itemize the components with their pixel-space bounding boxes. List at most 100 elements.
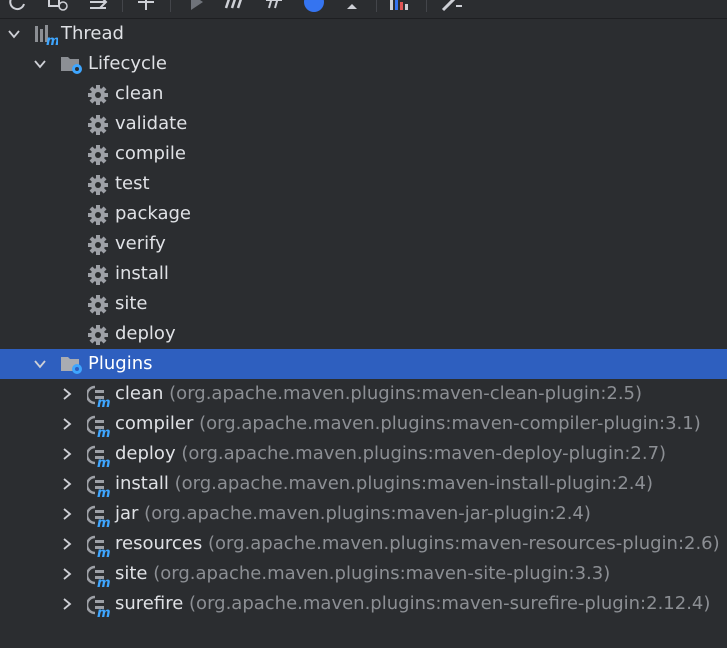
- maven-projects-tree: m Thread Lifecycle clean validate compile t…: [0, 19, 727, 621]
- goal-label: deploy: [115, 323, 176, 344]
- lifecycle-goal-deploy[interactable]: deploy: [0, 319, 727, 349]
- maven-plugin-icon: m: [85, 534, 111, 561]
- plugin-node-surefire[interactable]: m surefire (org.apache.maven.plugins:mave…: [0, 589, 727, 621]
- gear-icon: [87, 264, 109, 285]
- plugin-node-site[interactable]: m site (org.apache.maven.plugins:maven-si…: [0, 559, 727, 591]
- svg-text:m: m: [97, 576, 111, 588]
- chevron-right-icon[interactable]: [59, 506, 75, 522]
- plugin-label: surefire (org.apache.maven.plugins:maven…: [115, 593, 710, 615]
- plugin-name: deploy: [115, 443, 176, 464]
- folder-settings-icon: [60, 54, 82, 74]
- goal-label: install: [115, 263, 169, 284]
- lifecycle-goal-verify[interactable]: verify: [0, 229, 727, 259]
- plugin-label: jar (org.apache.maven.plugins:maven-jar-…: [115, 503, 591, 525]
- goal-label: verify: [115, 233, 166, 254]
- plugin-coordinates: (org.apache.maven.plugins:maven-install-…: [174, 473, 653, 494]
- refresh-icon[interactable]: [6, 0, 30, 14]
- chevron-right-icon[interactable]: [59, 476, 75, 492]
- tree-node-label: Lifecycle: [88, 53, 167, 74]
- plugin-name: clean: [115, 383, 164, 404]
- add-icon[interactable]: [134, 0, 158, 14]
- maven-plugin-icon: m: [85, 384, 111, 411]
- chevron-right-icon[interactable]: [59, 596, 75, 612]
- goal-label: validate: [115, 113, 188, 134]
- maven-plugin-icon: m: [85, 414, 111, 441]
- goal-label: compile: [115, 143, 186, 164]
- svg-text:m: m: [97, 546, 111, 558]
- chevron-right-icon[interactable]: [59, 386, 75, 402]
- chevron-right-icon[interactable]: [59, 566, 75, 582]
- reimport-icon[interactable]: [46, 0, 70, 14]
- collapse-icon[interactable]: [340, 0, 364, 14]
- settings-icon[interactable]: [440, 0, 464, 14]
- plugin-coordinates: (org.apache.maven.plugins:maven-surefire…: [189, 593, 711, 614]
- lifecycle-goal-install[interactable]: install: [0, 259, 727, 289]
- plugin-coordinates: (org.apache.maven.plugins:maven-jar-plug…: [144, 503, 591, 524]
- plugin-coordinates: (org.apache.maven.plugins:maven-resource…: [207, 533, 720, 554]
- svg-text:m: m: [97, 486, 111, 498]
- tree-node-plugins[interactable]: Plugins: [0, 349, 727, 379]
- svg-text:m: m: [97, 606, 111, 618]
- plugin-name: resources: [115, 533, 203, 554]
- plugin-coordinates: (org.apache.maven.plugins:maven-site-plu…: [153, 563, 611, 584]
- plugin-node-install[interactable]: m install (org.apache.maven.plugins:maven…: [0, 469, 727, 501]
- tree-node-label: Plugins: [88, 353, 153, 374]
- download-icon[interactable]: [86, 0, 110, 14]
- lifecycle-goal-package[interactable]: package: [0, 199, 727, 229]
- svg-text:m: m: [97, 456, 111, 468]
- goal-label: test: [115, 173, 150, 194]
- gear-icon: [87, 324, 109, 345]
- gear-icon: [87, 114, 109, 135]
- chevron-right-icon[interactable]: [59, 536, 75, 552]
- lifecycle-goal-site[interactable]: site: [0, 289, 727, 319]
- chevron-down-icon[interactable]: [32, 56, 48, 72]
- plugin-coordinates: (org.apache.maven.plugins:maven-deploy-p…: [181, 443, 667, 464]
- svg-text:m: m: [97, 426, 111, 438]
- run-icon[interactable]: [184, 0, 208, 14]
- maven-plugin-icon: m: [85, 474, 111, 501]
- maven-project-icon: m: [34, 24, 60, 49]
- chevron-right-icon[interactable]: [59, 416, 75, 432]
- gear-icon: [87, 84, 109, 105]
- help-icon[interactable]: [302, 0, 326, 14]
- lifecycle-goal-validate[interactable]: validate: [0, 109, 727, 139]
- lifecycle-goal-test[interactable]: test: [0, 169, 727, 199]
- plugin-name: jar: [115, 503, 139, 524]
- chevron-down-icon[interactable]: [6, 26, 22, 42]
- tree-node-root[interactable]: m Thread: [0, 19, 727, 49]
- svg-text:m: m: [46, 34, 58, 46]
- toggle-offline-icon[interactable]: [262, 0, 286, 14]
- chevron-down-icon[interactable]: [32, 356, 48, 372]
- chevron-right-icon[interactable]: [59, 446, 75, 462]
- lifecycle-goal-clean[interactable]: clean: [0, 79, 727, 109]
- maven-plugin-icon: m: [85, 594, 111, 621]
- lifecycle-goal-compile[interactable]: compile: [0, 139, 727, 169]
- gear-icon: [87, 204, 109, 225]
- gear-icon: [87, 294, 109, 315]
- plugin-label: resources (org.apache.maven.plugins:mave…: [115, 533, 720, 555]
- plugin-name: surefire: [115, 593, 184, 614]
- maven-toolbar: [0, 0, 727, 19]
- goal-label: site: [115, 293, 148, 314]
- plugin-node-deploy[interactable]: m deploy (org.apache.maven.plugins:maven-…: [0, 439, 727, 471]
- plugin-label: deploy (org.apache.maven.plugins:maven-d…: [115, 443, 666, 465]
- plugin-label: site (org.apache.maven.plugins:maven-sit…: [115, 563, 610, 585]
- gear-icon: [87, 174, 109, 195]
- maven-plugin-icon: m: [85, 504, 111, 531]
- plugin-node-clean[interactable]: m clean (org.apache.maven.plugins:maven-c…: [0, 379, 727, 411]
- goal-label: package: [115, 203, 191, 224]
- maven-plugin-icon: m: [85, 564, 111, 591]
- plugin-name: install: [115, 473, 169, 494]
- svg-text:m: m: [97, 396, 111, 408]
- plugin-node-jar[interactable]: m jar (org.apache.maven.plugins:maven-jar…: [0, 499, 727, 531]
- gear-icon: [87, 144, 109, 165]
- plugin-node-compiler[interactable]: m compiler (org.apache.maven.plugins:mave…: [0, 409, 727, 441]
- plugin-label: clean (org.apache.maven.plugins:maven-cl…: [115, 383, 642, 405]
- maven-goal-icon[interactable]: [222, 0, 246, 14]
- plugin-label: compiler (org.apache.maven.plugins:maven…: [115, 413, 701, 435]
- goal-label: clean: [115, 83, 164, 104]
- show-diagram-icon[interactable]: [388, 0, 412, 14]
- plugin-node-resources[interactable]: m resources (org.apache.maven.plugins:mav…: [0, 529, 727, 561]
- tree-node-lifecycle[interactable]: Lifecycle: [0, 49, 727, 79]
- svg-text:m: m: [97, 516, 111, 528]
